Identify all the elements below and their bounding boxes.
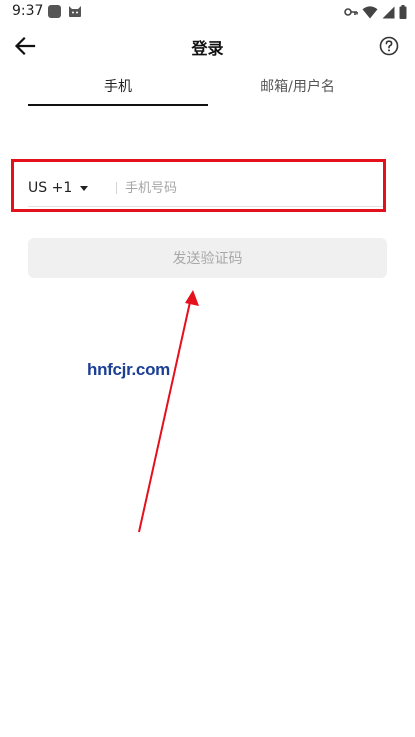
header: 登录 (0, 24, 415, 68)
wifi-icon (362, 5, 378, 18)
app-square-icon (48, 5, 61, 18)
status-bar: 9:37 (0, 0, 415, 24)
cat-icon (69, 6, 81, 17)
input-divider (116, 182, 117, 194)
arrow-annotation (138, 290, 199, 533)
send-code-button[interactable]: 发送验证码 (28, 238, 387, 278)
tab-active-underline (28, 104, 208, 106)
send-code-button-label: 发送验证码 (172, 251, 243, 267)
login-tabs: 手机 邮箱/用户名 (28, 76, 387, 108)
tab-phone[interactable]: 手机 (28, 76, 208, 108)
key-icon (344, 8, 358, 16)
country-code-select[interactable]: US +1 (28, 178, 89, 198)
phone-input-row: US +1 (28, 170, 384, 207)
tab-phone-label: 手机 (104, 79, 132, 95)
tab-email-username[interactable]: 邮箱/用户名 (208, 76, 387, 108)
signal-icon (382, 6, 395, 18)
status-time: 9:37 (12, 3, 44, 19)
page-title: 登录 (191, 39, 224, 58)
battery-icon (399, 5, 407, 19)
tab-email-username-label: 邮箱/用户名 (260, 79, 335, 95)
question-circle-icon[interactable] (379, 36, 399, 56)
watermark: hnfcjr.com (87, 360, 170, 379)
country-code: US +1 (28, 180, 73, 196)
phone-number-input[interactable] (125, 176, 380, 200)
caret-down-icon (80, 185, 89, 191)
status-icons (344, 4, 407, 20)
